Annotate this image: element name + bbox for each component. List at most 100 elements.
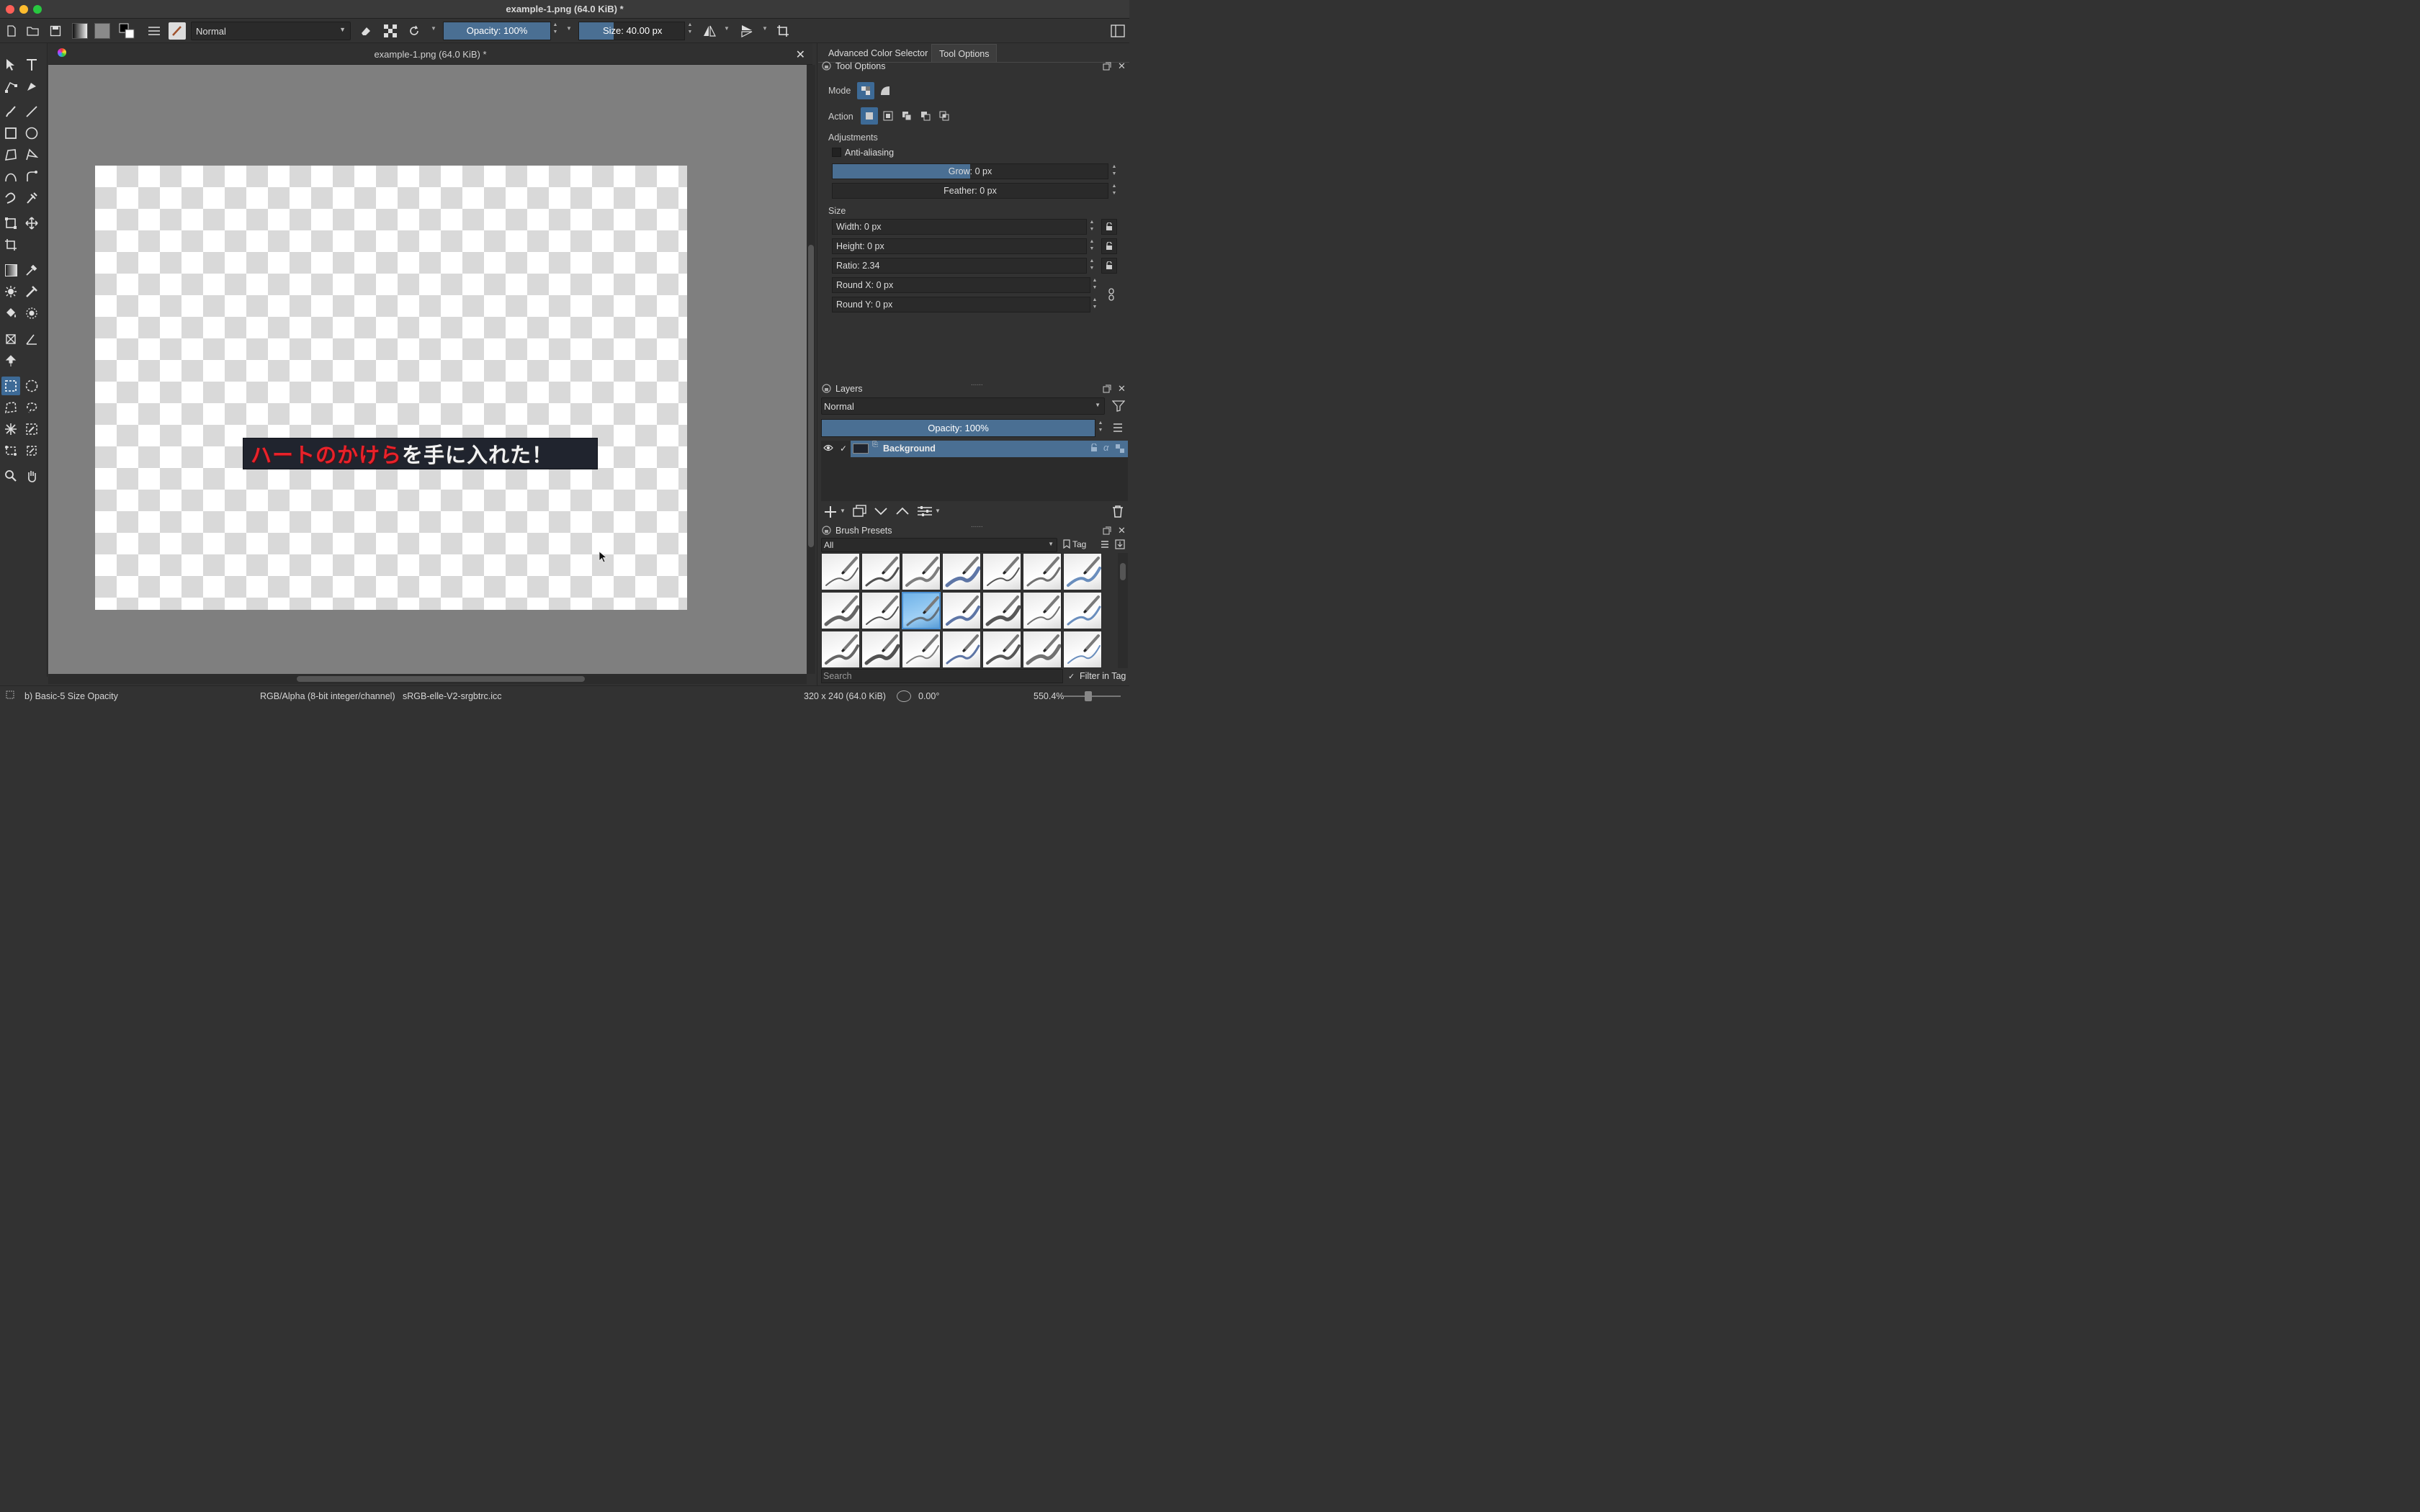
action-intersect-icon[interactable] <box>879 107 897 125</box>
measure-tool-icon[interactable] <box>22 330 41 348</box>
horizontal-scrollbar[interactable] <box>48 674 807 684</box>
brush-preset-item[interactable] <box>942 592 981 629</box>
float-docker-icon[interactable] <box>1103 384 1111 393</box>
layer-row[interactable]: ✓ ⎘ Background α <box>821 441 1128 457</box>
text-tool-icon[interactable] <box>22 55 41 74</box>
float-docker-icon[interactable] <box>1103 526 1111 535</box>
round-x-spin-arrows-icon[interactable]: ▲ ▼ <box>1091 277 1098 293</box>
brush-preset-item[interactable] <box>902 553 941 590</box>
layer-filter-icon[interactable] <box>1112 400 1125 412</box>
link-round-icon[interactable] <box>1108 287 1115 302</box>
status-color-model[interactable]: RGB/Alpha (8-bit integer/channel) <box>260 691 395 701</box>
document-tab[interactable]: example-1.png (64.0 KiB) * ✕ <box>48 43 812 65</box>
similar-color-selection-tool-icon[interactable] <box>22 420 41 438</box>
ellipse-tool-icon[interactable] <box>22 124 41 143</box>
chevron-down-icon[interactable]: ▼ <box>723 25 730 44</box>
brush-preset-item[interactable] <box>861 592 900 629</box>
pattern-preset-icon[interactable] <box>94 22 111 40</box>
bezier-selection-tool-icon[interactable] <box>1 441 20 460</box>
vertical-scrollbar[interactable] <box>807 65 815 674</box>
brush-preset-item[interactable] <box>1063 592 1102 629</box>
freehand-path-tool-icon[interactable] <box>22 167 41 186</box>
layer-opacity-spin-arrows-icon[interactable]: ▲ ▼ <box>1097 420 1104 437</box>
anti-aliasing-checkbox[interactable] <box>832 148 841 157</box>
mirror-vertical-icon[interactable] <box>738 22 756 40</box>
polygonal-selection-tool-icon[interactable] <box>1 398 20 417</box>
color-picker-tool-icon[interactable] <box>22 261 41 279</box>
delete-layer-icon[interactable] <box>1112 505 1124 518</box>
gradient-tool-icon[interactable] <box>1 261 20 279</box>
enclose-and-fill-tool-icon[interactable] <box>22 304 41 323</box>
rectangular-selection-tool-icon[interactable] <box>1 377 20 395</box>
close-docker-icon[interactable]: ✕ <box>1118 383 1126 395</box>
brush-preset-item[interactable] <box>821 553 860 590</box>
brush-filter-select[interactable]: All ▼ <box>821 538 1057 552</box>
brush-preset-item[interactable] <box>982 631 1021 668</box>
status-rotation[interactable]: 0.00° <box>918 691 939 701</box>
brush-preset-item[interactable] <box>1023 631 1062 668</box>
eye-visibility-icon[interactable] <box>823 444 833 452</box>
layer-lock-icon[interactable] <box>1090 444 1098 452</box>
height-field[interactable]: Height: 0 px <box>832 238 1087 254</box>
chevron-down-icon[interactable]: ▼ <box>761 25 768 44</box>
brush-view-mode-icon[interactable] <box>1101 540 1109 549</box>
mode-vector-selection-icon[interactable] <box>877 82 894 99</box>
reference-images-tool-icon[interactable] <box>1 351 20 370</box>
calligraphy-tool-icon[interactable] <box>22 77 41 96</box>
opacity-spin-arrows-icon[interactable]: ▲ ▼ <box>552 22 559 40</box>
dynamic-brush-tool-icon[interactable] <box>1 189 20 207</box>
add-layer-icon[interactable] <box>823 505 838 519</box>
fill-tool-icon[interactable] <box>1 304 20 323</box>
eraser-mode-icon[interactable] <box>357 22 375 40</box>
multibrush-tool-icon[interactable] <box>22 189 41 207</box>
brush-preset-item[interactable] <box>902 631 941 668</box>
brush-preset-item[interactable] <box>942 553 981 590</box>
layer-options-menu-icon[interactable] <box>1113 423 1123 432</box>
brush-settings-icon[interactable] <box>145 22 163 40</box>
save-icon[interactable] <box>47 22 64 40</box>
width-spin-arrows-icon[interactable]: ▲ ▼ <box>1088 219 1095 235</box>
chevron-down-icon[interactable]: ▼ <box>430 25 437 44</box>
crop-tool-icon[interactable] <box>1 235 20 254</box>
edit-shapes-tool-icon[interactable] <box>1 77 20 96</box>
feather-slider[interactable]: Feather: 0 px <box>832 183 1108 199</box>
brush-preset-item[interactable] <box>1023 553 1062 590</box>
brush-preset-item[interactable] <box>942 631 981 668</box>
zoom-slider-handle[interactable] <box>1085 691 1092 701</box>
round-y-field[interactable]: Round Y: 0 px <box>832 297 1090 312</box>
image-canvas[interactable] <box>95 166 687 610</box>
brush-preset-item[interactable] <box>982 592 1021 629</box>
height-spin-arrows-icon[interactable]: ▲ ▼ <box>1088 238 1095 254</box>
workspace-chooser-icon[interactable] <box>1109 22 1126 40</box>
smart-patch-tool-icon[interactable] <box>1 282 20 301</box>
close-document-icon[interactable]: ✕ <box>796 48 805 62</box>
round-x-field[interactable]: Round X: 0 px <box>832 277 1090 293</box>
lock-layers-docker-icon[interactable] <box>822 384 831 393</box>
brush-storage-icon[interactable] <box>1115 539 1125 549</box>
chevron-down-icon[interactable]: ▼ <box>935 508 941 514</box>
polygon-tool-icon[interactable] <box>1 145 20 164</box>
brush-preset-item[interactable] <box>821 592 860 629</box>
brush-preset-item[interactable] <box>861 553 900 590</box>
grow-slider[interactable]: Grow: 0 px <box>832 163 1108 179</box>
rectangle-tool-icon[interactable] <box>1 124 20 143</box>
reload-preset-icon[interactable] <box>405 22 423 40</box>
height-lock-icon[interactable] <box>1101 238 1117 254</box>
new-document-icon[interactable] <box>3 22 20 40</box>
feather-spin-arrows-icon[interactable]: ▲ ▼ <box>1111 183 1118 199</box>
layer-opacity-slider[interactable]: Opacity: 100% <box>821 419 1095 437</box>
polyline-tool-icon[interactable] <box>22 145 41 164</box>
alpha-lock-icon[interactable]: α <box>1103 442 1108 453</box>
brush-search-input[interactable]: Search <box>821 669 1063 683</box>
action-subtract-icon[interactable] <box>917 107 934 125</box>
blend-mode-select[interactable]: Normal ▼ <box>191 22 351 40</box>
select-shapes-tool-icon[interactable] <box>1 55 20 74</box>
transform-tool-icon[interactable] <box>1 214 20 233</box>
mode-pixel-selection-icon[interactable] <box>857 82 874 99</box>
brush-preset-icon[interactable] <box>169 22 186 40</box>
chevron-down-icon[interactable]: ▼ <box>840 508 846 514</box>
preserve-alpha-icon[interactable] <box>382 22 399 40</box>
docker-splitter-handle[interactable]: ...... <box>971 379 983 387</box>
lock-brush-docker-icon[interactable] <box>822 526 831 535</box>
opacity-slider[interactable]: Opacity: 100% <box>443 22 551 40</box>
